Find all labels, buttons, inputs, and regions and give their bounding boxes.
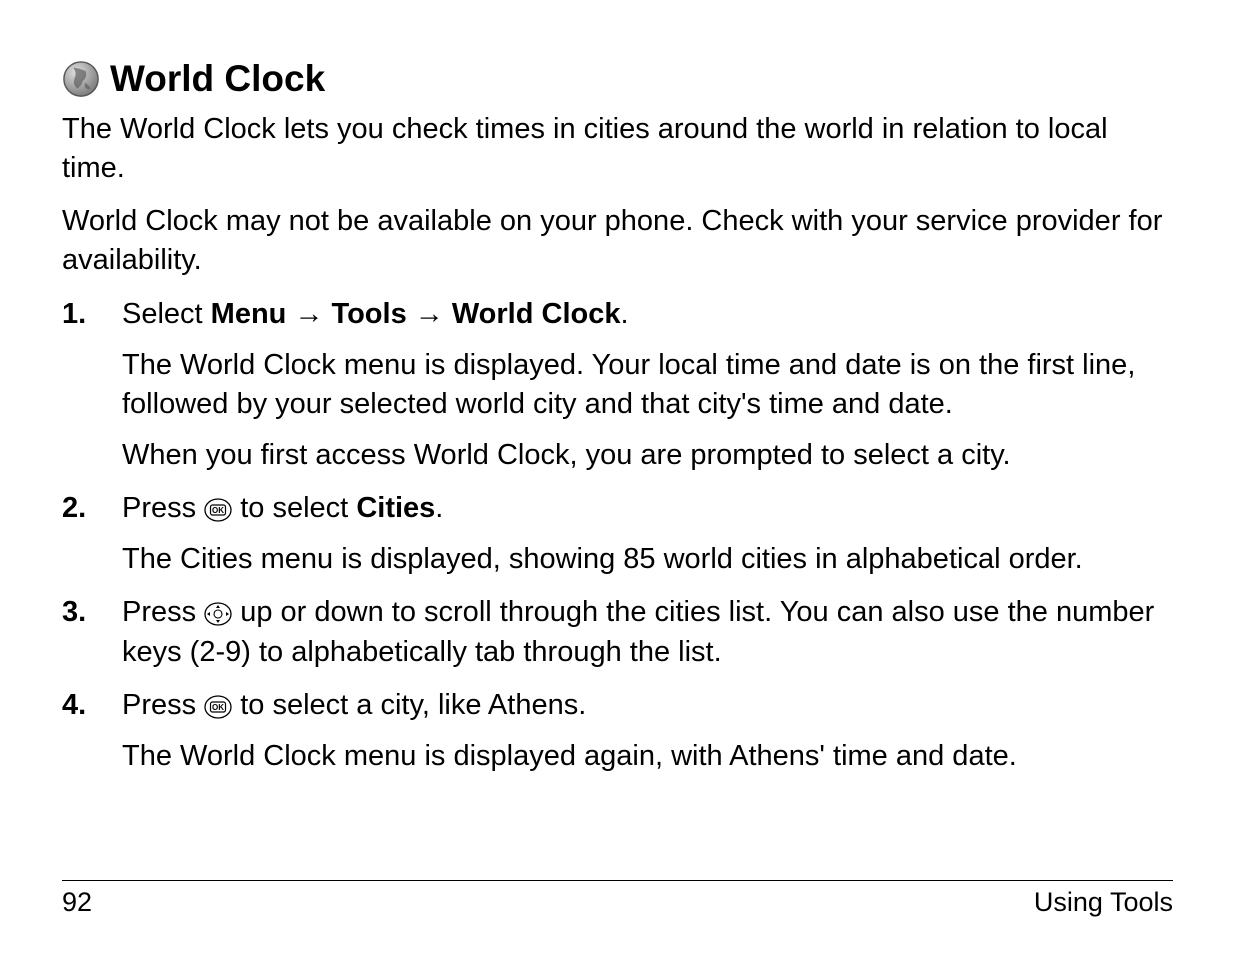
step-1-instruction: Select Menu → Tools → World Clock. [122,295,1173,334]
step-3: Press up or down to scroll through the c… [62,593,1173,671]
arrow-icon: → [294,298,323,330]
page-number: 92 [62,887,92,918]
section-heading-row: World Clock [62,58,1173,100]
step-2: Press OK to select Cities. The Cities me… [62,489,1173,579]
section-name: Using Tools [1034,887,1173,918]
text: Press [122,596,204,628]
ok-key-icon: OK [204,691,232,715]
text: to select [232,492,356,524]
section-title: World Clock [110,58,325,100]
arrow-icon: → [415,298,444,330]
text: . [435,492,443,524]
step-4-detail: The World Clock menu is displayed again,… [122,737,1173,776]
step-1-detail-1: The World Clock menu is displayed. Your … [122,346,1173,424]
menu-path-menu: Menu [211,298,287,330]
text: Press [122,689,204,721]
intro-paragraph-2: World Clock may not be available on your… [62,202,1173,280]
nav-key-icon [204,598,232,622]
step-2-detail: The Cities menu is displayed, showing 85… [122,540,1173,579]
step-4: Press OK to select a city, like Athens. … [62,686,1173,776]
text: Press [122,492,204,524]
menu-path-world-clock: World Clock [452,298,621,330]
svg-text:OK: OK [212,506,224,515]
ok-key-icon: OK [204,494,232,518]
text: up or down to scroll through the cities … [122,596,1154,667]
step-1-detail-2: When you first access World Clock, you a… [122,436,1173,475]
step-1: Select Menu → Tools → World Clock. The W… [62,295,1173,476]
globe-icon [62,60,100,98]
intro-paragraph-1: The World Clock lets you check times in … [62,110,1173,188]
text: to select a city, like Athens. [232,689,586,721]
cities-label: Cities [356,492,435,524]
step-3-instruction: Press up or down to scroll through the c… [122,593,1173,671]
text: Select [122,298,211,330]
menu-path-tools: Tools [332,298,407,330]
page-footer: 92 Using Tools [62,880,1173,918]
step-4-instruction: Press OK to select a city, like Athens. [122,686,1173,725]
step-2-instruction: Press OK to select Cities. [122,489,1173,528]
text: . [620,298,628,330]
steps-list: Select Menu → Tools → World Clock. The W… [62,295,1173,776]
svg-text:OK: OK [212,703,224,712]
